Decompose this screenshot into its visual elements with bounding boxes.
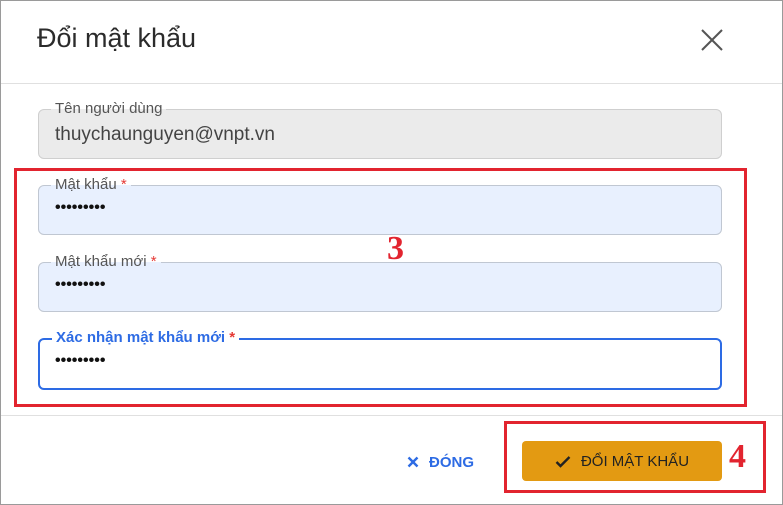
dialog-header: Đổi mật khẩu — [1, 1, 782, 84]
username-field: Tên người dùng thuychaunguyen@vnpt.vn — [38, 101, 722, 159]
annotation-box-fields — [14, 168, 747, 407]
annotation-box-button — [504, 421, 766, 493]
username-value: thuychaunguyen@vnpt.vn — [55, 124, 275, 145]
close-icon — [701, 29, 723, 51]
close-button[interactable] — [695, 23, 729, 57]
username-label: Tên người dùng — [51, 101, 167, 117]
annotation-step-3: 3 — [387, 230, 404, 267]
dialog-title: Đổi mật khẩu — [37, 23, 197, 53]
annotation-step-4: 4 — [729, 438, 746, 475]
x-icon — [407, 456, 419, 468]
change-password-dialog: Đổi mật khẩu Tên người dùng thuychaunguy… — [0, 0, 783, 505]
close-dialog-label: ĐÓNG — [429, 453, 474, 471]
close-dialog-button[interactable]: ĐÓNG — [407, 448, 474, 476]
footer-divider — [1, 415, 782, 416]
